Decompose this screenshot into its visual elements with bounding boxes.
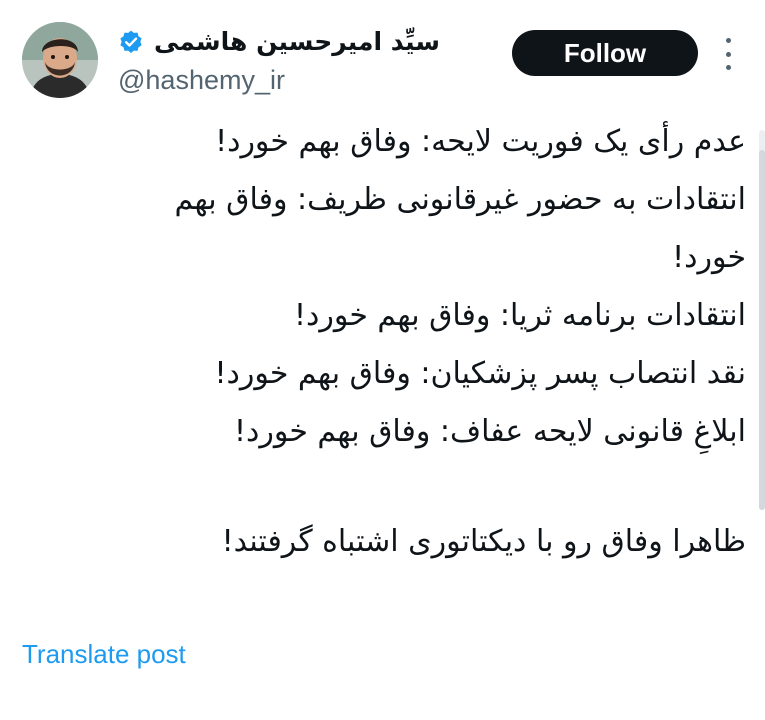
post-line: ابلاغِ قانونی لایحه عفاف: وفاق بهم خورد! — [233, 414, 746, 449]
post-line: نقد انتصاب پسر پزشکیان: وفاق بهم خورد! — [214, 356, 746, 391]
follow-button[interactable]: Follow — [512, 30, 698, 76]
scrollbar[interactable] — [759, 130, 765, 510]
post-text: عدم رأی یک فوریت لایحه: وفاق بهم خورد! ا… — [22, 118, 747, 588]
post-line: انتقادات برنامه ثریا: وفاق بهم خورد! — [293, 298, 746, 333]
post-line: انتقادات به حضور غیرقانونی ظریف: وفاق به… — [174, 182, 747, 217]
verified-badge-icon — [118, 29, 144, 55]
avatar[interactable] — [22, 22, 98, 98]
author-name-row: سیِّد امیرحسین هاشمی — [118, 24, 440, 60]
post-line: ظاهرا وفاق رو با دیکتاتوری اشتباه گرفتند… — [221, 524, 746, 559]
more-options-button[interactable] — [718, 38, 738, 70]
scrollbar-thumb[interactable] — [759, 150, 765, 510]
more-dot-icon — [725, 51, 731, 57]
more-dot-icon — [725, 38, 731, 43]
author-handle[interactable]: @hashemy_ir — [118, 63, 285, 97]
post-line: خورد! — [672, 240, 746, 275]
user-avatar-image — [22, 22, 98, 98]
more-dot-icon — [725, 65, 731, 70]
author-display-name[interactable]: سیِّد امیرحسین هاشمی — [154, 25, 440, 59]
post-line: عدم رأی یک فوریت لایحه: وفاق بهم خورد! — [215, 124, 746, 159]
translate-post-link[interactable]: Translate post — [22, 636, 186, 672]
